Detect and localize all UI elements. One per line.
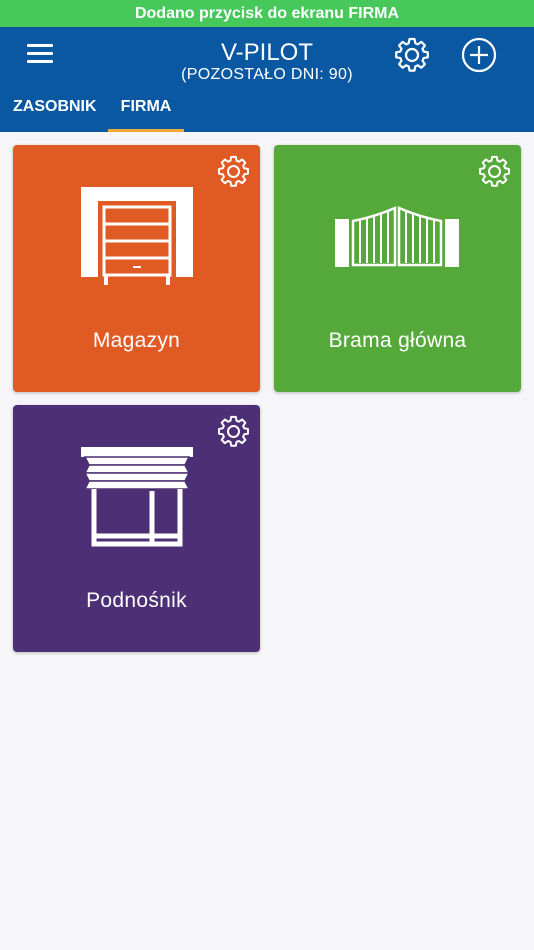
tile-podnosnik[interactable]: Podnośnik (13, 405, 260, 652)
status-toast: Dodano przycisk do ekranu FIRMA (0, 0, 534, 27)
garage-door-icon (81, 187, 193, 285)
app-header: V-PILOT (POZOSTAŁO DNI: 90) ZASOBNIK FIR… (0, 27, 534, 132)
tile-brama-glowna[interactable]: Brama główna (274, 145, 521, 392)
days-remaining: (POZOSTAŁO DNI: 90) (181, 66, 353, 83)
tab-firma[interactable]: FIRMA (108, 97, 184, 132)
tile-magazyn[interactable]: Magazyn (13, 145, 260, 392)
tile-label: Brama główna (328, 329, 467, 352)
blind-window-icon (81, 447, 193, 547)
tab-zasobnik[interactable]: ZASOBNIK (13, 97, 97, 132)
tile-settings-gear-icon[interactable] (217, 415, 250, 448)
tile-settings-gear-icon[interactable] (217, 155, 250, 188)
gate-icon (335, 206, 459, 267)
app-title: V-PILOT (220, 39, 314, 66)
tile-settings-gear-icon[interactable] (478, 155, 511, 188)
plus-circle-icon[interactable] (461, 37, 497, 73)
tile-label: Podnośnik (86, 589, 187, 612)
tile-label: Magazyn (92, 329, 181, 352)
gear-icon[interactable] (394, 37, 430, 73)
menu-icon[interactable] (27, 43, 55, 65)
